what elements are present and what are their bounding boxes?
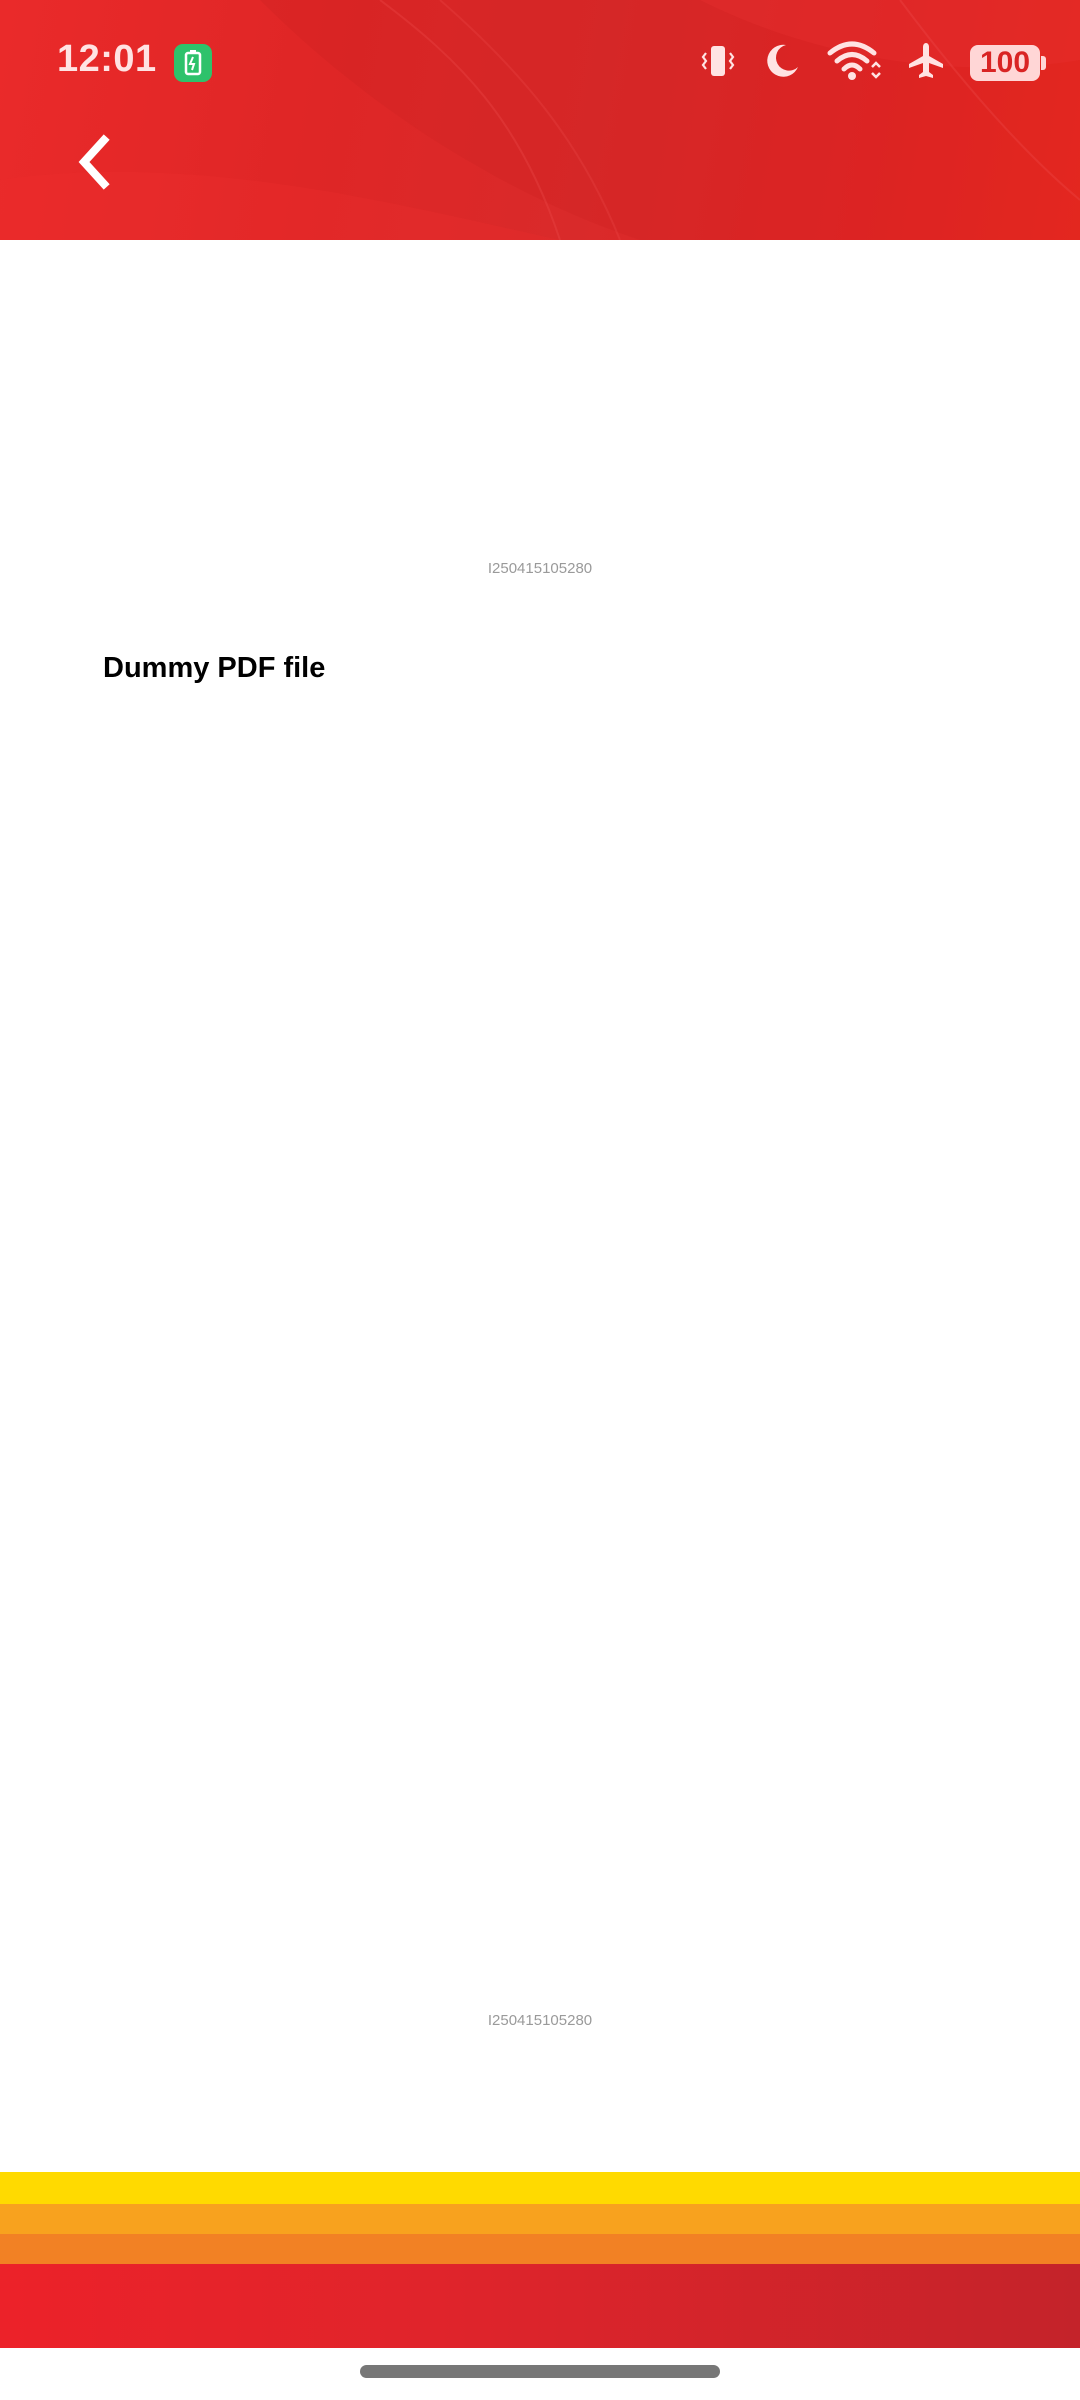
- pdf-viewer[interactable]: I250415105280 Dummy PDF file I2504151052…: [0, 240, 1080, 2172]
- wifi-icon: [826, 41, 882, 86]
- footer-stripes: [0, 2172, 1080, 2352]
- battery-icon: 100: [970, 45, 1046, 81]
- status-bar: 12:01 100: [0, 0, 1080, 125]
- chevron-left-icon: [78, 134, 110, 190]
- status-icons: 100: [698, 38, 1046, 88]
- airplane-mode-icon: [906, 41, 946, 86]
- do-not-disturb-icon: [762, 41, 802, 86]
- battery-saver-icon: [174, 44, 212, 82]
- status-time: 12:01: [57, 38, 157, 80]
- stripe-orange: [0, 2204, 1080, 2234]
- app-header: 12:01 100: [0, 0, 1080, 240]
- stripe-red: [0, 2264, 1080, 2348]
- gesture-navigation-handle[interactable]: [360, 2365, 720, 2378]
- document-id-bottom: I250415105280: [487, 2012, 593, 2029]
- vibrate-icon: [698, 41, 738, 86]
- pdf-viewer-screen: 12:01 100 I250415105280 Dummy PDF file I…: [0, 0, 1080, 2400]
- stripe-dark-orange: [0, 2234, 1080, 2264]
- back-button[interactable]: [62, 130, 126, 194]
- document-id-top: I250415105280: [487, 560, 593, 577]
- document-title: Dummy PDF file: [103, 652, 326, 684]
- battery-level: 100: [979, 46, 1031, 79]
- stripe-yellow: [0, 2172, 1080, 2204]
